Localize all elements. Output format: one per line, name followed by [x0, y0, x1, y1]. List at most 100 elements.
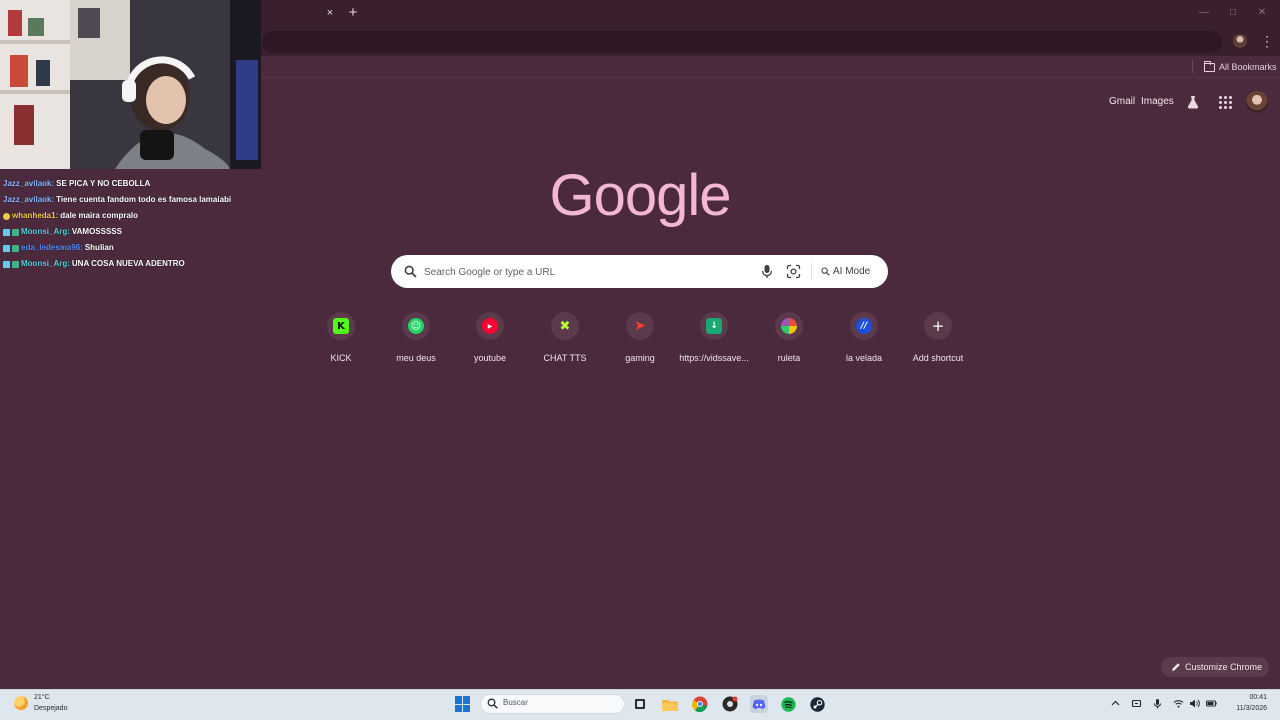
- chat-message: whanheda1: dale maira compralo: [3, 208, 261, 224]
- badge-icon: [12, 228, 19, 236]
- chat-username: Moonsi_Arg:: [21, 259, 70, 268]
- pencil-icon: [1172, 663, 1180, 671]
- velada-icon: //: [856, 318, 872, 334]
- shortcut-meu-deus[interactable]: ☺ meu deus: [380, 312, 452, 368]
- discord-icon[interactable]: [750, 695, 768, 713]
- weather-description[interactable]: Despejado: [34, 705, 67, 712]
- ai-mode-divider: [811, 263, 812, 280]
- folder-icon: [1204, 60, 1215, 72]
- task-view-icon[interactable]: [631, 695, 649, 713]
- chrome-profile-icon[interactable]: [721, 695, 739, 713]
- add-shortcut-button[interactable]: + Add shortcut: [902, 312, 974, 368]
- sync-icon[interactable]: [1131, 698, 1142, 709]
- kick-icon: K: [333, 318, 349, 334]
- all-bookmarks-label: All Bookmarks: [1219, 62, 1277, 72]
- google-apps-icon[interactable]: [1218, 95, 1232, 109]
- images-link[interactable]: Images: [1141, 96, 1174, 107]
- shortcut-chat-tts[interactable]: ✖ CHAT TTS: [529, 312, 601, 368]
- chat-tts-icon: ✖: [559, 318, 571, 334]
- bookmarks-divider: [1192, 60, 1193, 73]
- customize-chrome-label: Customize Chrome: [1185, 662, 1263, 672]
- volume-icon[interactable]: [1189, 698, 1200, 709]
- smiley-icon: ☺: [408, 318, 424, 334]
- google-lens-icon[interactable]: [786, 264, 801, 279]
- gmail-link[interactable]: Gmail: [1109, 96, 1135, 107]
- chat-message: Jazz_avilaok: Tiene cuenta fandom todo e…: [3, 192, 261, 208]
- taskbar-search-icon: [487, 698, 498, 709]
- google-logo: Google: [549, 163, 731, 228]
- account-avatar[interactable]: [1246, 91, 1268, 113]
- taskbar-search-box[interactable]: [480, 694, 625, 714]
- weather-sun-icon[interactable]: [14, 696, 28, 710]
- ai-mode-label: AI Mode: [833, 266, 871, 277]
- chat-text: Tiene cuenta fandom todo es famosa lamai…: [56, 195, 232, 204]
- windows-start-icon[interactable]: [455, 696, 471, 712]
- download-icon: ↓: [706, 318, 722, 334]
- taskbar-search-label: Buscar: [503, 698, 528, 707]
- spotify-icon[interactable]: [779, 695, 797, 713]
- chat-text: dale maira compralo: [60, 211, 139, 220]
- shortcut-la-velada[interactable]: // la velada: [828, 312, 900, 368]
- chat-message: eda_ledesma96: Shulian: [3, 240, 261, 256]
- shortcut-ruleta[interactable]: ruleta: [753, 312, 825, 368]
- file-explorer-icon[interactable]: [661, 695, 679, 713]
- all-bookmarks-button[interactable]: All Bookmarks: [1204, 60, 1277, 74]
- wifi-icon[interactable]: [1173, 698, 1184, 709]
- steam-icon[interactable]: [808, 695, 826, 713]
- badge-icon: [12, 260, 19, 268]
- chat-message: Jazz_avilaok: SE PICA Y NO CEBOLLA: [3, 176, 261, 192]
- customize-chrome-button[interactable]: Customize Chrome: [1161, 657, 1269, 677]
- chevron-up-icon[interactable]: [1110, 698, 1121, 709]
- shortcut-label: ruleta: [777, 353, 801, 363]
- badge-icon: [3, 244, 10, 252]
- shortcut-gaming[interactable]: ➤ gaming: [604, 312, 676, 368]
- wheel-icon: [781, 318, 797, 334]
- taskbar-clock-time[interactable]: 00:41: [1219, 694, 1267, 701]
- chat-text: UNA COSA NUEVA ADENTRO: [71, 259, 185, 268]
- tab-close-icon[interactable]: ×: [323, 6, 337, 20]
- weather-temperature[interactable]: 21°C: [34, 694, 50, 701]
- address-bar[interactable]: [262, 31, 1222, 53]
- ai-mode-button[interactable]: AI Mode: [816, 263, 880, 280]
- menu-icon[interactable]: ⋮: [1260, 33, 1274, 49]
- battery-icon[interactable]: [1206, 698, 1217, 709]
- new-tab-button[interactable]: +: [346, 5, 360, 21]
- maximize-icon[interactable]: □: [1226, 6, 1240, 20]
- shortcut-label: KICK: [330, 353, 352, 363]
- chat-message: Moonsi_Arg: VAMOSSSSS: [3, 224, 261, 240]
- badge-icon: [3, 228, 10, 236]
- shortcut-label: https://vidssave...: [679, 353, 749, 363]
- chat-text: SE PICA Y NO CEBOLLA: [56, 179, 151, 188]
- close-window-icon[interactable]: ✕: [1255, 6, 1269, 20]
- youtube-icon: ▶: [482, 318, 498, 334]
- shortcut-label: youtube: [473, 353, 507, 363]
- chat-username: whanheda1:: [12, 211, 59, 220]
- chat-text: VAMOSSSSS: [71, 227, 122, 236]
- microphone-icon[interactable]: [1152, 698, 1163, 709]
- profile-avatar-icon[interactable]: [1233, 34, 1247, 48]
- shortcut-kick[interactable]: K KICK: [305, 312, 377, 368]
- search-input[interactable]: [424, 262, 744, 282]
- badge-icon: [12, 244, 19, 252]
- chat-message: Moonsi_Arg: UNA COSA NUEVA ADENTRO: [3, 256, 261, 272]
- chat-username: Jazz_avilaok:: [3, 179, 55, 188]
- badge-icon: [3, 260, 10, 268]
- chat-username: Moonsi_Arg:: [21, 227, 70, 236]
- shortcut-label: la velada: [845, 353, 883, 363]
- shortcut-vidssave[interactable]: ↓ https://vidssave...: [678, 312, 750, 368]
- ai-sparkle-icon: [821, 267, 830, 276]
- stream-chat: Jazz_avilaok: SE PICA Y NO CEBOLLA Jazz_…: [3, 176, 261, 272]
- shortcut-label: gaming: [625, 353, 655, 363]
- labs-flask-icon[interactable]: [1186, 95, 1200, 109]
- shortcut-youtube[interactable]: ▶ youtube: [454, 312, 526, 368]
- shortcut-label: Add shortcut: [912, 353, 964, 363]
- chat-username: Jazz_avilaok:: [3, 195, 55, 204]
- voice-search-icon[interactable]: [760, 264, 774, 279]
- chat-username: eda_ledesma96:: [21, 243, 83, 252]
- chrome-icon[interactable]: [691, 695, 709, 713]
- shortcut-label: CHAT TTS: [543, 353, 587, 363]
- chat-text: Shulian: [84, 243, 114, 252]
- minimize-icon[interactable]: —: [1197, 6, 1211, 20]
- taskbar-clock-date[interactable]: 11/3/2026: [1219, 705, 1267, 712]
- badge-icon: [3, 212, 10, 220]
